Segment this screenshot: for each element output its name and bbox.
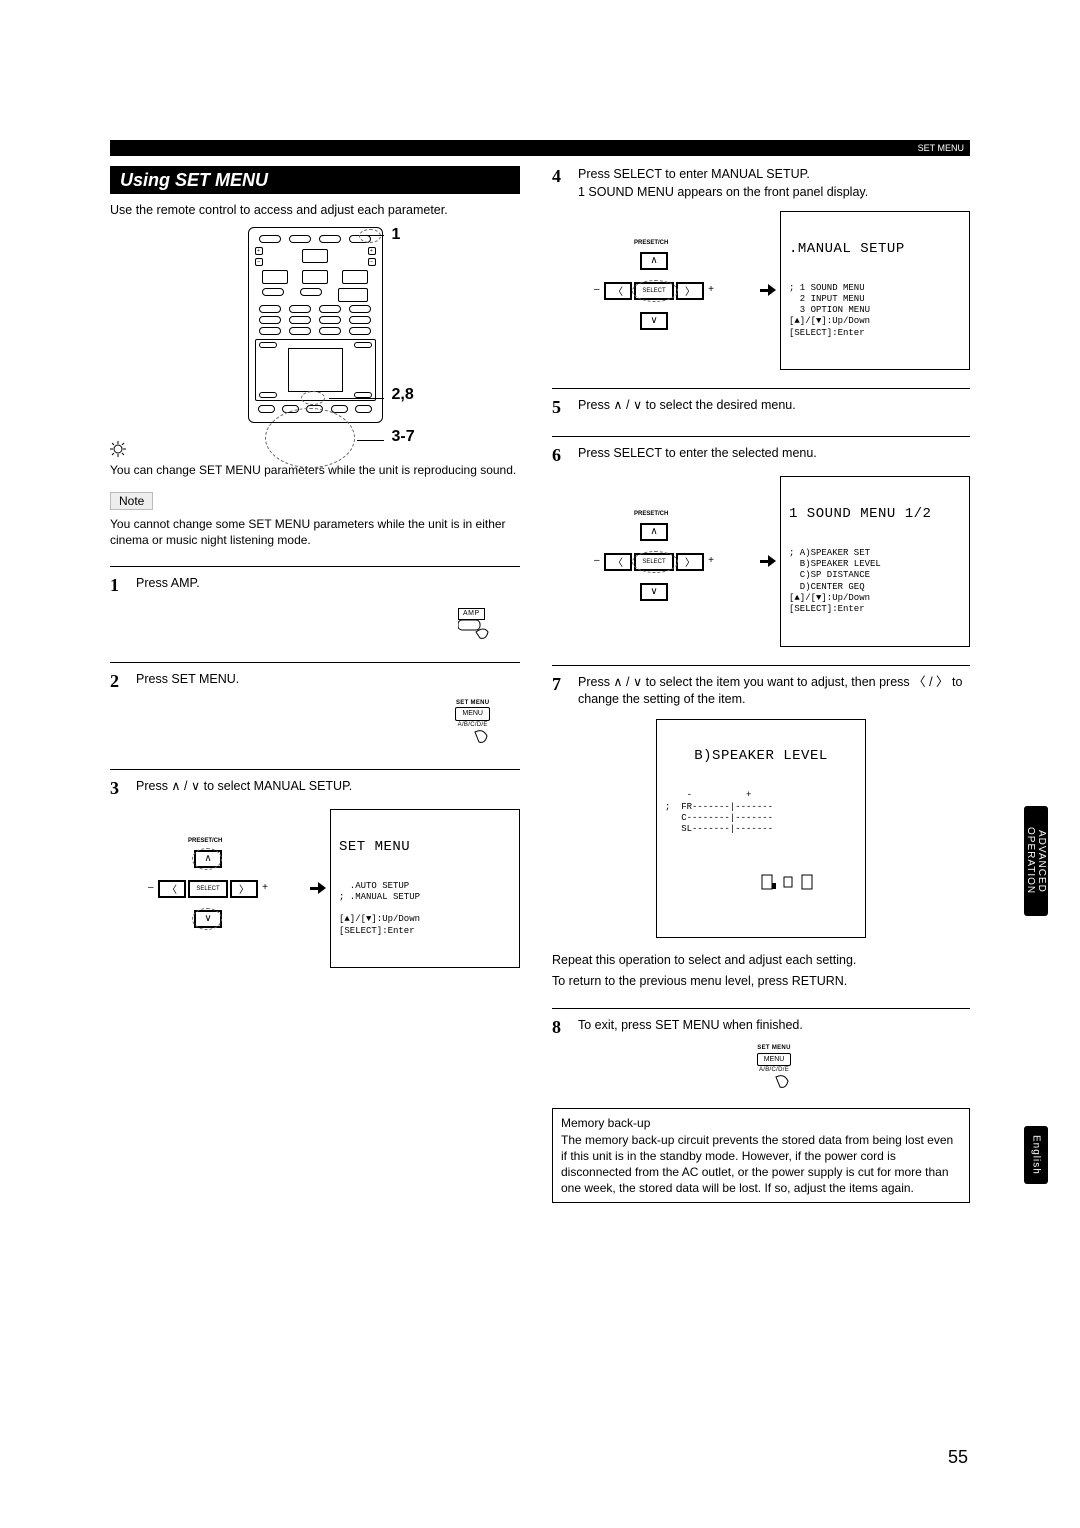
osd-set-menu-body: .AUTO SETUP ; .MANUAL SETUP [▲]/[▼]:Up/D… — [339, 881, 511, 937]
dpad-right-icon: 〉 — [676, 282, 704, 300]
callout-28: 2,8 — [392, 386, 414, 404]
set-menu-button-figure: SET MENU MENU A/B/C/D/E — [455, 699, 490, 751]
dpad-left-icon: 〈 — [604, 282, 632, 300]
minus-icon: – — [594, 555, 600, 566]
step-7-after2: To return to the previous menu level, pr… — [552, 973, 970, 990]
dpad-up-icon: ∧ — [640, 252, 668, 270]
step-3-text: Press ∧ / ∨ to select MANUAL SETUP. — [136, 779, 352, 793]
step-1: 1 Press AMP. AMP — [110, 566, 520, 644]
osd-speaker-level-body: - + ; FR-------|------- C--------|------… — [665, 790, 857, 835]
plus-icon: + — [708, 284, 714, 295]
step-4-line2: 1 SOUND MENU appears on the front panel … — [578, 184, 970, 202]
step-5-text: Press ∧ / ∨ to select the desired menu. — [578, 398, 796, 412]
plus-icon: + — [262, 882, 268, 893]
step-4-line1: Press SELECT to enter MANUAL SETUP. — [578, 166, 970, 184]
intro-text: Use the remote control to access and adj… — [110, 202, 520, 219]
step-2-text: Press SET MENU. — [136, 672, 239, 686]
step-2: 2 Press SET MENU. SET MENU MENU A/B/C/D/… — [110, 662, 520, 751]
step-6-figure: PRESET/CH ∧ ∨ 〈 〉 SELECT – + 1 SOUND MEN… — [552, 476, 970, 647]
note-label: Note — [110, 492, 153, 510]
set-menu-top-label: SET MENU — [455, 699, 490, 707]
osd-manual-setup-body: ; 1 SOUND MENU 2 INPUT MENU 3 OPTION MEN… — [789, 283, 961, 339]
step-5-num: 5 — [552, 397, 578, 418]
dpad-left-icon: 〈 — [158, 880, 186, 898]
step-8: 8 To exit, press SET MENU when finished.… — [552, 1008, 970, 1097]
dpad-left-icon: 〈 — [604, 553, 632, 571]
dpad-right-icon: 〉 — [230, 880, 258, 898]
amp-button-label: AMP — [458, 608, 485, 620]
step-7-num: 7 — [552, 674, 578, 695]
remote-illustration: +– +– 1 — [110, 227, 520, 423]
step-4-figure: PRESET/CH ∧ ∨ 〈 〉 SELECT – + .MANUAL SET… — [552, 211, 970, 370]
step-1-num: 1 — [110, 575, 136, 596]
osd-manual-setup: .MANUAL SETUP ; 1 SOUND MENU 2 INPUT MEN… — [780, 211, 970, 370]
dpad-down-icon: ∨ — [640, 583, 668, 601]
step-6-num: 6 — [552, 445, 578, 466]
step-3-figure: PRESET/CH ∧ ∨ 〈 〉 SELECT – + SET MENU .A… — [110, 809, 520, 968]
dpad-up-icon: ∧ — [640, 523, 668, 541]
step-8-text: To exit, press SET MENU when finished. — [578, 1018, 803, 1032]
step-1-text: Press AMP. — [136, 576, 200, 590]
page-title: Using SET MENU — [120, 170, 268, 191]
header-section-label: SET MENU — [918, 143, 964, 153]
memory-backup-body: The memory back-up circuit prevents the … — [561, 1132, 961, 1197]
step-3: 3 Press ∧ / ∨ to select MANUAL SETUP. — [110, 769, 520, 799]
osd-speaker-level-title: B)SPEAKER LEVEL — [665, 748, 857, 766]
title-bar: Using SET MENU — [110, 166, 520, 194]
osd-set-menu-title: SET MENU — [339, 839, 511, 857]
minus-icon: – — [594, 284, 600, 295]
step-6: 6 Press SELECT to enter the selected men… — [552, 436, 970, 466]
dpad-right-icon: 〉 — [676, 553, 704, 571]
dpad-down-icon: ∨ — [640, 312, 668, 330]
dpad-select-label: SELECT — [188, 880, 228, 898]
dpad-preset-label: PRESET/CH — [188, 838, 222, 844]
step-5: 5 Press ∧ / ∨ to select the desired menu… — [552, 388, 970, 418]
step-7-text: Press ∧ / ∨ to select the item you want … — [578, 675, 962, 707]
step-3-num: 3 — [110, 778, 136, 799]
step-7: 7 Press ∧ / ∨ to select the item you wan… — [552, 665, 970, 709]
step-4: 4 Press SELECT to enter MANUAL SETUP. 1 … — [552, 166, 970, 201]
callout-37: 3-7 — [392, 428, 415, 446]
menu-button-label: MENU — [455, 707, 490, 721]
note-text: You cannot change some SET MENU paramete… — [110, 516, 520, 548]
arrow-right-icon — [310, 885, 326, 893]
osd-sound-menu: 1 SOUND MENU 1/2 ; A)SPEAKER SET B)SPEAK… — [780, 476, 970, 647]
osd-sound-menu-body: ; A)SPEAKER SET B)SPEAKER LEVEL C)SP DIS… — [789, 548, 961, 616]
memory-backup-title: Memory back-up — [561, 1115, 961, 1131]
step-7-figure: B)SPEAKER LEVEL - + ; FR-------|------- … — [552, 719, 970, 938]
set-menu-sub-label: A/B/C/D/E — [455, 721, 490, 729]
set-menu-top-label: SET MENU — [757, 1044, 792, 1052]
osd-manual-setup-title: .MANUAL SETUP — [789, 241, 961, 259]
speaker-icons — [760, 873, 816, 891]
dpad-figure: PRESET/CH ∧ ∨ 〈 〉 SELECT – + — [594, 517, 714, 607]
amp-button-figure: AMP — [458, 603, 490, 645]
menu-button-label: MENU — [757, 1053, 792, 1067]
osd-speaker-level: B)SPEAKER LEVEL - + ; FR-------|------- … — [656, 719, 866, 938]
memory-backup-box: Memory back-up The memory back-up circui… — [552, 1108, 970, 1203]
step-8-num: 8 — [552, 1017, 578, 1038]
set-menu-sub-label: A/B/C/D/E — [757, 1066, 792, 1074]
callout-1: 1 — [392, 226, 401, 244]
dpad-figure: PRESET/CH ∧ ∨ 〈 〉 SELECT – + — [594, 246, 714, 336]
minus-icon: – — [148, 882, 154, 893]
step-2-num: 2 — [110, 671, 136, 692]
right-column: 4 Press SELECT to enter MANUAL SETUP. 1 … — [552, 166, 970, 1203]
side-tab-language: English — [1024, 1126, 1048, 1184]
dpad-figure: PRESET/CH ∧ ∨ 〈 〉 SELECT – + — [148, 844, 268, 934]
step-6-text: Press SELECT to enter the selected menu. — [578, 446, 817, 460]
set-menu-button-figure: SET MENU MENU A/B/C/D/E — [757, 1044, 792, 1096]
side-tab-advanced: ADVANCED OPERATION — [1024, 806, 1048, 916]
step-7-after1: Repeat this operation to select and adju… — [552, 952, 970, 969]
plus-icon: + — [708, 555, 714, 566]
left-column: Using SET MENU Use the remote control to… — [110, 166, 520, 1203]
osd-set-menu: SET MENU .AUTO SETUP ; .MANUAL SETUP [▲]… — [330, 809, 520, 968]
dpad-preset-label: PRESET/CH — [634, 240, 668, 246]
osd-sound-menu-title: 1 SOUND MENU 1/2 — [789, 506, 961, 524]
header-bar: SET MENU — [110, 140, 970, 156]
dpad-preset-label: PRESET/CH — [634, 511, 668, 517]
page-number: 55 — [948, 1447, 968, 1468]
arrow-right-icon — [760, 287, 776, 295]
step-4-num: 4 — [552, 166, 578, 187]
arrow-right-icon — [760, 558, 776, 566]
